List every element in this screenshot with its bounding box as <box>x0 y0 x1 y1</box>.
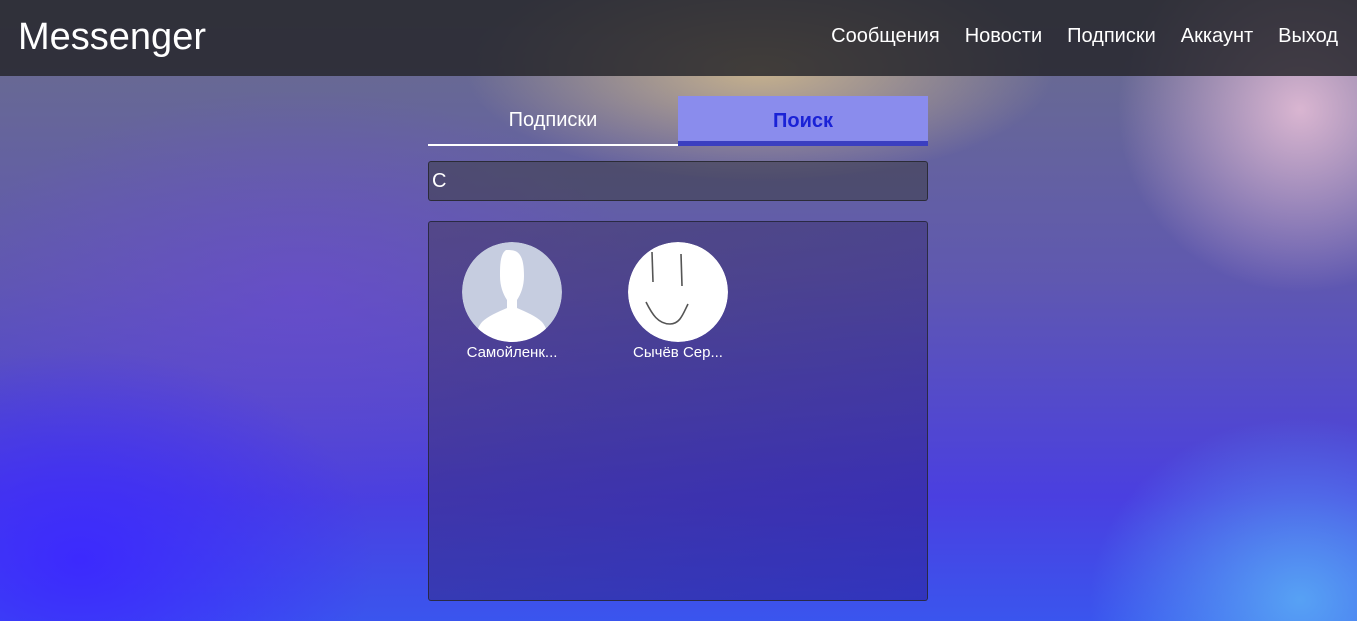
search-input[interactable] <box>428 161 928 201</box>
user-card[interactable]: Сычёв Сер... <box>618 242 738 362</box>
default-silhouette-avatar-icon <box>462 242 562 342</box>
user-name: Сычёв Сер... <box>633 344 723 361</box>
tab-subscriptions[interactable]: Подписки <box>428 96 678 146</box>
brand-logo[interactable]: Messenger <box>18 14 206 60</box>
search-results-panel: Самойленк... Сычёв Сер... <box>428 221 928 601</box>
user-name: Самойленк... <box>466 344 558 361</box>
nav-account[interactable]: Аккаунт <box>1181 24 1253 48</box>
nav-messages[interactable]: Сообщения <box>831 24 940 48</box>
nav-news[interactable]: Новости <box>965 24 1042 48</box>
tab-search[interactable]: Поиск <box>678 96 928 146</box>
top-navbar: Messenger Сообщения Новости Подписки Акк… <box>0 0 1357 76</box>
nav-logout[interactable]: Выход <box>1278 24 1338 48</box>
drawn-face-avatar-icon <box>628 242 728 342</box>
tab-bar: Подписки Поиск <box>428 96 928 146</box>
nav-subscriptions[interactable]: Подписки <box>1067 24 1156 48</box>
user-card[interactable]: Самойленк... <box>452 242 572 362</box>
nav-links: Сообщения Новости Подписки Аккаунт Выход <box>831 24 1338 48</box>
